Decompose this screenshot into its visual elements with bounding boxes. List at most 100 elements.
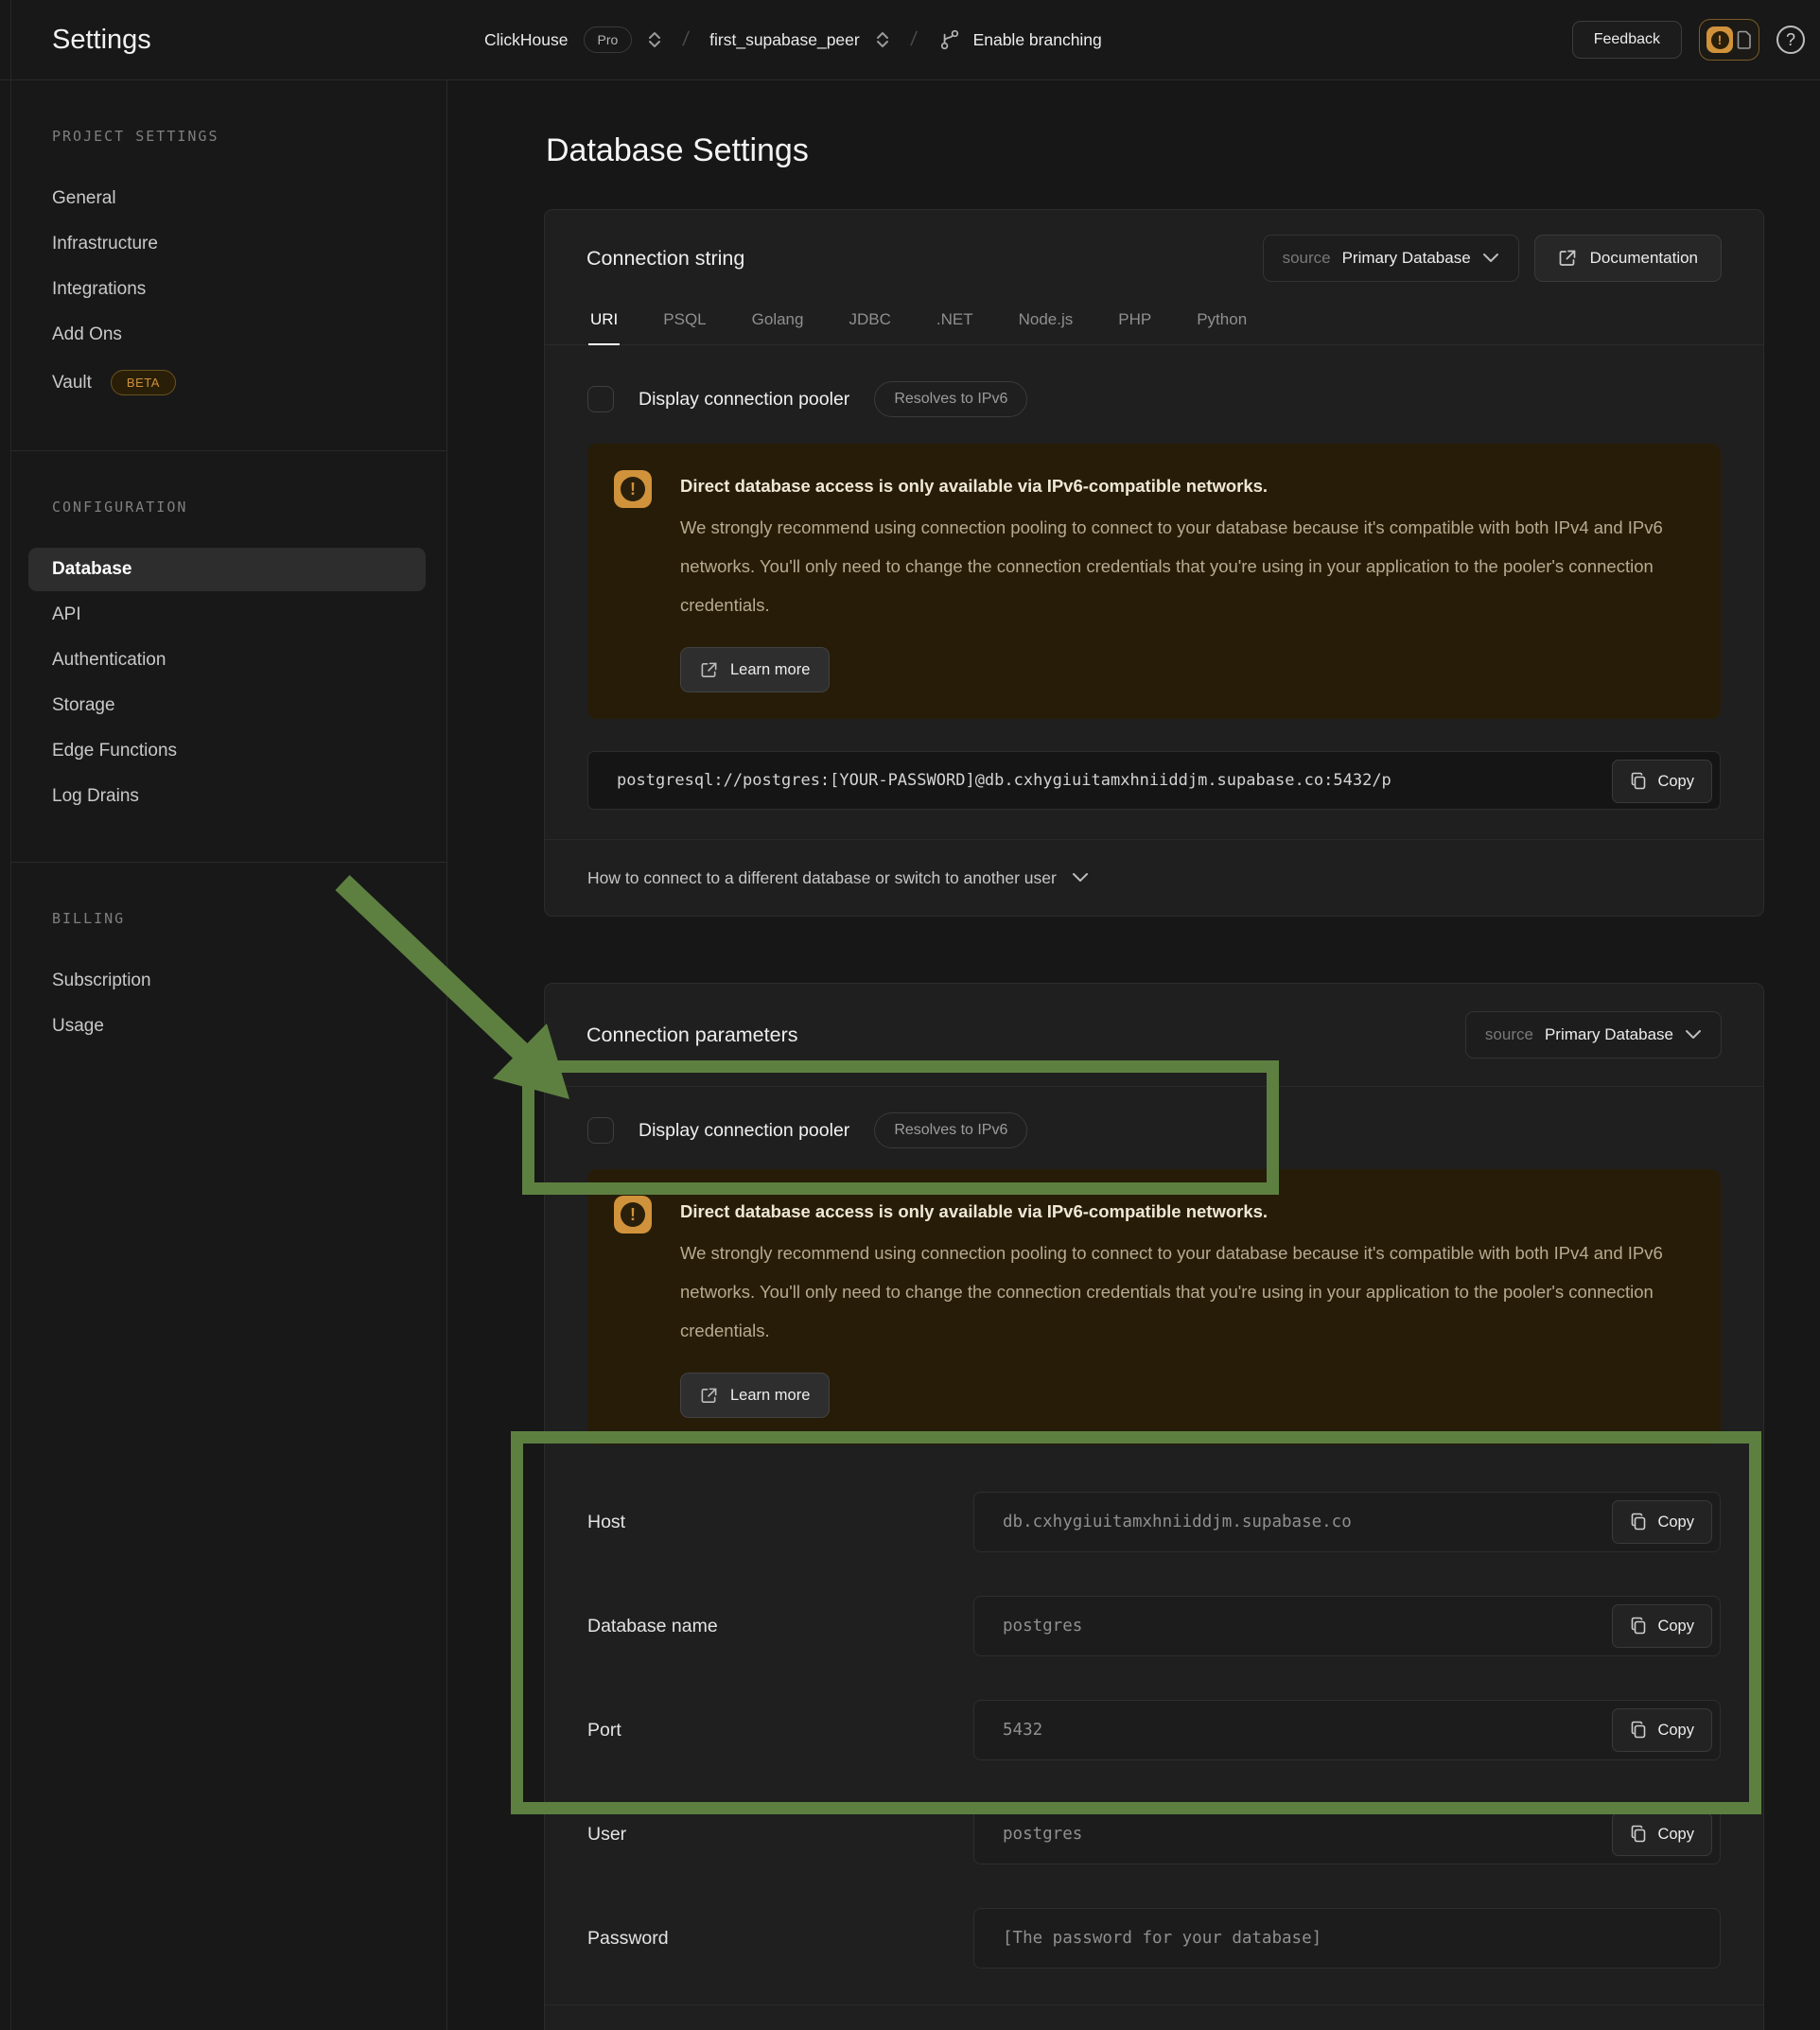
warning-body: We strongly recommend using connection p… [680, 1234, 1683, 1350]
database-name-field[interactable]: postgres Copy [973, 1596, 1721, 1656]
feedback-button[interactable]: Feedback [1572, 21, 1682, 59]
database-settings-page: Settings ClickHouse Pro / first_supabase… [0, 0, 1820, 2030]
password-label: Password [587, 1928, 973, 1950]
tab-python[interactable]: Python [1195, 306, 1249, 344]
copy-icon [1630, 1825, 1647, 1844]
copy-port-button[interactable]: Copy [1612, 1708, 1712, 1752]
tab-php[interactable]: PHP [1116, 306, 1153, 344]
connection-parameters-title: Connection parameters [586, 1024, 797, 1047]
tab-jdbc[interactable]: JDBC [847, 306, 892, 344]
connection-string-card: Connection string source Primary Databas… [544, 209, 1764, 917]
section-configuration: CONFIGURATION Database API Authenticatio… [0, 451, 446, 862]
sidebar-item-api[interactable]: API [0, 593, 426, 637]
connect-help-expander[interactable]: How to connect to a different database o… [545, 839, 1763, 916]
tab-golang[interactable]: Golang [750, 306, 806, 344]
enable-branching-label: Enable branching [973, 30, 1102, 50]
beta-badge: BETA [111, 370, 176, 395]
breadcrumb-org[interactable]: ClickHouse [484, 30, 569, 50]
tab-nodejs[interactable]: Node.js [1017, 306, 1076, 344]
breadcrumb-separator: / [909, 28, 918, 51]
page-title: Database Settings [546, 132, 1764, 169]
connection-parameters-card: Connection parameters source Primary Dat… [544, 983, 1764, 2030]
connection-string-title: Connection string [586, 247, 744, 271]
learn-more-button[interactable]: Learn more [680, 647, 830, 692]
external-link-icon [700, 661, 718, 679]
password-field[interactable]: [The password for your database] [973, 1908, 1721, 1969]
copy-user-button[interactable]: Copy [1612, 1812, 1712, 1856]
ipv6-warning-banner: ! Direct database access is only availab… [587, 444, 1721, 719]
host-label: Host [587, 1512, 973, 1533]
warning-title: Direct database access is only available… [680, 476, 1683, 497]
resolves-to-ipv6-badge: Resolves to IPv6 [874, 1112, 1027, 1148]
pooler-label: Display connection pooler [639, 389, 849, 411]
sidebar-item-vault[interactable]: Vault BETA [0, 359, 426, 407]
sidebar-item-usage[interactable]: Usage [0, 1005, 426, 1048]
resolves-to-ipv6-badge: Resolves to IPv6 [874, 381, 1027, 417]
sidebar-item-add-ons[interactable]: Add Ons [0, 313, 426, 357]
sidebar-item-database[interactable]: Database [28, 548, 426, 591]
section-project-settings: PROJECT SETTINGS General Infrastructure … [0, 80, 446, 450]
copy-database-name-button[interactable]: Copy [1612, 1604, 1712, 1648]
user-label: User [587, 1824, 973, 1846]
connection-string-tabs: URI PSQL Golang JDBC .NET Node.js PHP Py… [545, 306, 1763, 345]
section-divider [545, 2004, 1763, 2030]
project-switcher-icon[interactable] [875, 30, 890, 49]
sidebar-item-edge-functions[interactable]: Edge Functions [0, 729, 426, 773]
git-branch-icon [937, 27, 962, 52]
enable-branching-button[interactable]: Enable branching [937, 27, 1102, 52]
port-value: 5432 [974, 1701, 1720, 1759]
param-row-password: Password [The password for your database… [587, 1908, 1721, 1969]
org-switcher-icon[interactable] [647, 30, 662, 49]
source-select[interactable]: source Primary Database [1465, 1011, 1722, 1059]
tab-uri[interactable]: URI [588, 306, 620, 345]
param-row-host: Host db.cxhygiuitamxhniiddjm.supabase.co… [587, 1492, 1721, 1552]
chevron-down-icon [1072, 872, 1089, 884]
file-icon [1737, 30, 1752, 49]
breadcrumb-project[interactable]: first_supabase_peer [709, 30, 860, 50]
user-field[interactable]: postgres Copy [973, 1804, 1721, 1864]
param-row-port: Port 5432 Copy [587, 1700, 1721, 1760]
learn-more-button[interactable]: Learn more [680, 1373, 830, 1418]
chevron-down-icon [1685, 1029, 1702, 1041]
sidebar-item-integrations[interactable]: Integrations [0, 268, 426, 311]
sidebar-item-general[interactable]: General [0, 177, 426, 220]
host-field[interactable]: db.cxhygiuitamxhniiddjm.supabase.co Copy [973, 1492, 1721, 1552]
tab-psql[interactable]: PSQL [661, 306, 708, 344]
database-name-value: postgres [974, 1597, 1720, 1655]
section-label-configuration: CONFIGURATION [0, 499, 446, 516]
external-link-icon [1558, 249, 1577, 268]
chevron-down-icon [1482, 253, 1499, 264]
sidebar-item-infrastructure[interactable]: Infrastructure [0, 222, 426, 266]
display-connection-pooler-checkbox[interactable] [587, 1117, 614, 1144]
breadcrumb-separator: / [682, 28, 691, 51]
documentation-button[interactable]: Documentation [1534, 235, 1722, 282]
section-label-billing: BILLING [0, 910, 446, 927]
breadcrumb: ClickHouse Pro / first_supabase_peer / E… [446, 26, 1572, 53]
notifications-button[interactable]: ! [1699, 19, 1759, 61]
copy-icon [1630, 1617, 1647, 1636]
help-icon[interactable]: ? [1776, 26, 1805, 54]
header-actions: Feedback ! ? [1572, 19, 1820, 61]
connection-string-field[interactable]: postgresql://postgres:[YOUR-PASSWORD]@db… [587, 751, 1721, 810]
warning-body: We strongly recommend using connection p… [680, 508, 1683, 624]
sidebar-item-authentication[interactable]: Authentication [0, 639, 426, 682]
sidebar-item-storage[interactable]: Storage [0, 684, 426, 727]
port-field[interactable]: 5432 Copy [973, 1700, 1721, 1760]
plan-badge: Pro [584, 26, 633, 53]
tab-dotnet[interactable]: .NET [935, 306, 975, 344]
copy-icon [1630, 1513, 1647, 1531]
copy-host-button[interactable]: Copy [1612, 1500, 1712, 1544]
display-connection-pooler-checkbox[interactable] [587, 386, 614, 412]
section-label-project-settings: PROJECT SETTINGS [0, 128, 446, 145]
top-header: Settings ClickHouse Pro / first_supabase… [0, 0, 1820, 80]
external-link-icon [700, 1387, 718, 1405]
settings-sidebar: PROJECT SETTINGS General Infrastructure … [0, 80, 447, 2030]
sidebar-item-log-drains[interactable]: Log Drains [0, 775, 426, 818]
ipv6-warning-banner: ! Direct database access is only availab… [587, 1169, 1721, 1444]
sidebar-item-subscription[interactable]: Subscription [0, 959, 426, 1003]
host-value: db.cxhygiuitamxhniiddjm.supabase.co [974, 1493, 1720, 1551]
copy-connection-string-button[interactable]: Copy [1612, 760, 1712, 803]
source-select[interactable]: source Primary Database [1263, 235, 1519, 282]
pooler-label: Display connection pooler [639, 1120, 849, 1142]
user-value: postgres [974, 1805, 1720, 1864]
